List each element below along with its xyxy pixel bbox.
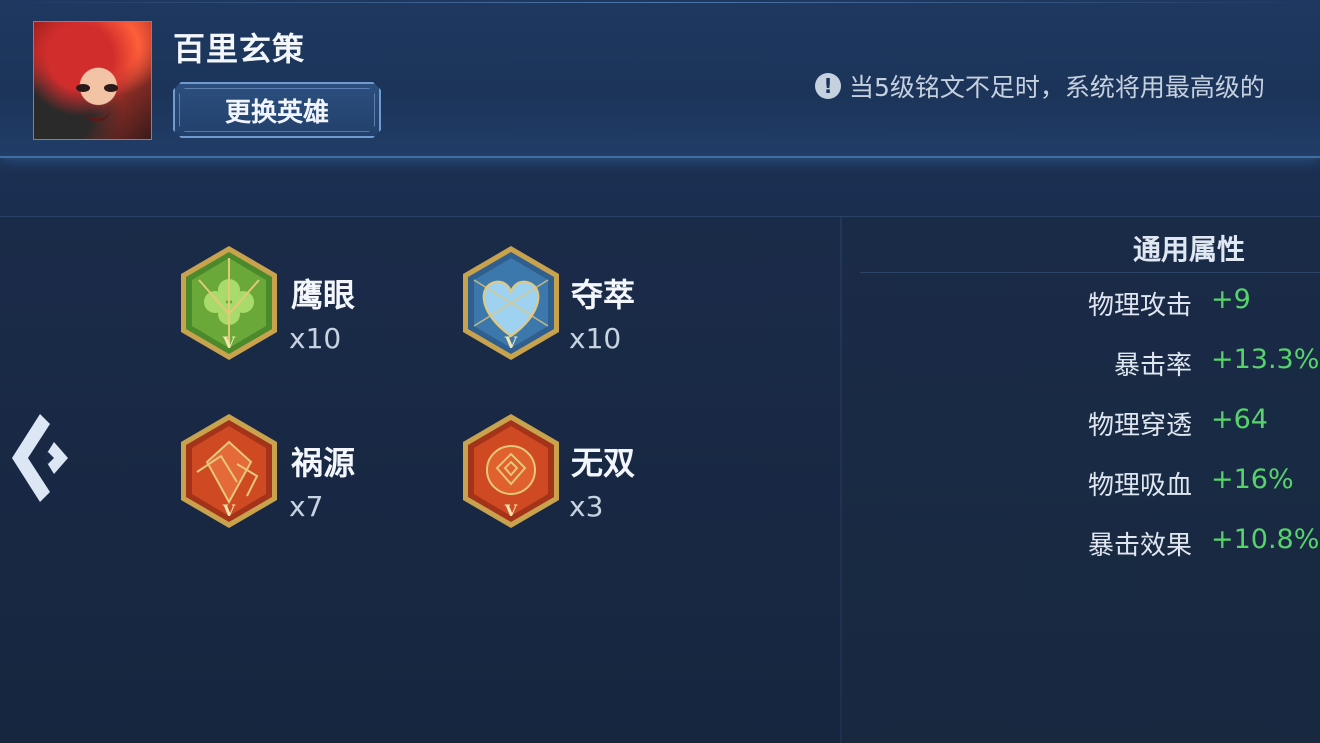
- hero-avatar: [33, 21, 152, 140]
- clover-rune-icon[interactable]: V: [177, 244, 281, 362]
- svg-text:V: V: [504, 501, 518, 520]
- notice-banner: ! 当5级铭文不足时，系统将用最高级的: [815, 66, 1320, 106]
- stat-value: +16%: [1211, 464, 1294, 495]
- stat-value: +13.3%: [1211, 344, 1320, 375]
- avatar-eye: [76, 84, 90, 92]
- avatar-mouth: [84, 110, 110, 121]
- stat-value: +10.8%: [1211, 524, 1320, 555]
- stat-label: 暴击率: [1113, 351, 1192, 381]
- change-hero-button[interactable]: 更换英雄: [173, 82, 381, 138]
- rune-count: x3: [569, 490, 604, 523]
- stat-label: 物理穿透: [1087, 411, 1192, 441]
- header-line: [0, 2, 1320, 3]
- rune-name: 鹰眼: [291, 276, 356, 314]
- svg-text:V: V: [222, 501, 236, 520]
- notice-text: 当5级铭文不足时，系统将用最高级的: [849, 73, 1265, 102]
- stats-title-divider: [860, 272, 1320, 273]
- avatar-eye: [104, 84, 118, 92]
- svg-text:V: V: [504, 333, 518, 352]
- stat-label: 物理吸血: [1087, 471, 1192, 501]
- heart-rune-icon[interactable]: V: [459, 244, 563, 362]
- svg-text:V: V: [222, 333, 236, 352]
- panel-divider: [840, 217, 842, 743]
- rune-name: 夺萃: [571, 276, 636, 314]
- back-arrow-icon[interactable]: [10, 412, 74, 504]
- stat-label: 物理攻击: [1087, 291, 1192, 321]
- rose-rune-icon[interactable]: V: [459, 412, 563, 530]
- rune-count: x7: [289, 490, 324, 523]
- rune-name: 无双: [571, 444, 636, 482]
- hero-name: 百里玄策: [173, 30, 306, 68]
- stats-title: 通用属性: [1133, 233, 1246, 266]
- rune-count: x10: [289, 322, 342, 355]
- info-icon: !: [815, 73, 841, 99]
- stat-value: +64: [1211, 404, 1268, 435]
- cards-rune-icon[interactable]: V: [177, 412, 281, 530]
- stat-label: 暴击效果: [1087, 531, 1192, 561]
- rune-name: 祸源: [291, 444, 356, 482]
- stat-value: +9: [1211, 284, 1251, 315]
- header-bar: 百里玄策 更换英雄 ! 当5级铭文不足时，系统将用最高级的: [0, 0, 1320, 158]
- rune-count: x10: [569, 322, 622, 355]
